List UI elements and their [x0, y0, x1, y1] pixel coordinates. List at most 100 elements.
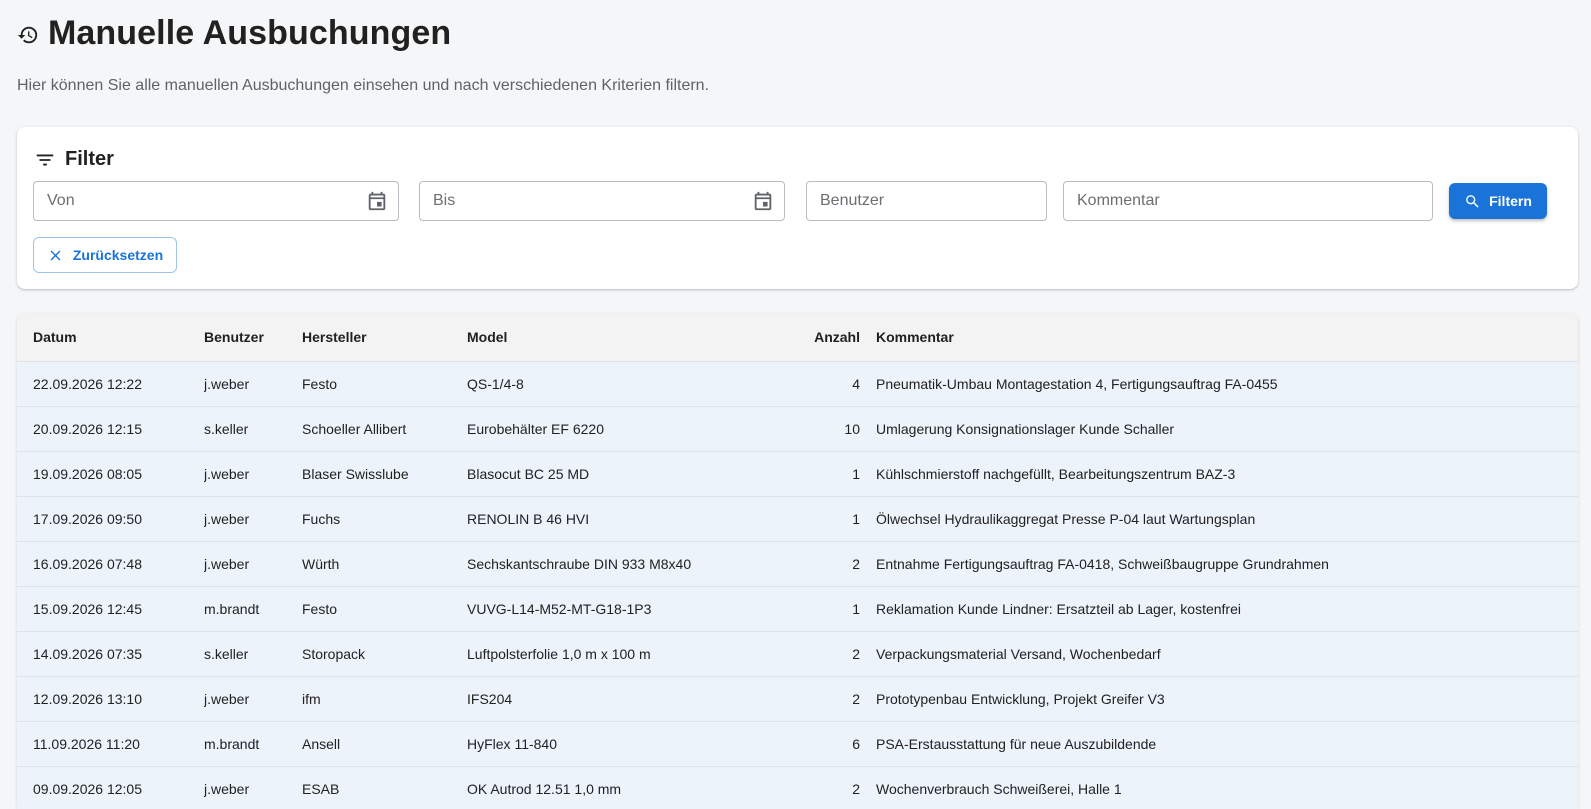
filter-list-icon: [36, 154, 54, 166]
close-icon: [50, 250, 61, 260]
page-subtitle: Hier können Sie alle manuellen Ausbuchun…: [17, 77, 710, 94]
cell-benutzer: j.weber: [204, 496, 302, 542]
table-row[interactable]: 12.09.2026 13:10 j.weber ifm IFS204 2 Pr…: [17, 676, 1578, 722]
cell-benutzer: m.brandt: [204, 586, 302, 632]
cell-datum: 12.09.2026 13:10: [17, 676, 204, 722]
cell-anzahl: 2: [757, 766, 860, 809]
page-title: Manuelle Ausbuchungen: [48, 13, 452, 52]
cell-model: VUVG-L14-M52-MT-G18-1P3: [467, 586, 757, 632]
bis-date-field[interactable]: [419, 181, 785, 221]
cell-anzahl: 6: [757, 721, 860, 767]
cell-kommentar: Prototypenbau Entwicklung, Projekt Greif…: [860, 676, 1578, 722]
cell-kommentar: PSA-Erstausstattung für neue Auszubilden…: [860, 721, 1578, 767]
cell-hersteller: Schoeller Allibert: [302, 406, 467, 452]
cell-kommentar: Ölwechsel Hydraulikaggregat Presse P-04 …: [860, 496, 1578, 542]
cell-hersteller: ESAB: [302, 766, 467, 809]
cell-kommentar: Pneumatik-Umbau Montagestation 4, Fertig…: [860, 361, 1578, 407]
cell-model: Sechskantschraube DIN 933 M8x40: [467, 541, 757, 587]
column-header-anzahl[interactable]: Anzahl: [757, 313, 860, 362]
history-icon: [17, 26, 38, 43]
kommentar-field[interactable]: [1063, 181, 1433, 221]
cell-model: IFS204: [467, 676, 757, 722]
filter-header: Filter: [34, 147, 114, 171]
table-row[interactable]: 17.09.2026 09:50 j.weber Fuchs RENOLIN B…: [17, 496, 1578, 542]
cell-hersteller: Festo: [302, 586, 467, 632]
column-header-kommentar[interactable]: Kommentar: [860, 313, 1578, 362]
cell-hersteller: Blaser Swisslube: [302, 451, 467, 497]
cell-hersteller: Ansell: [302, 721, 467, 767]
filter-card: Filter Filtern: [17, 127, 1578, 289]
calendar-icon[interactable]: [752, 190, 774, 212]
cell-datum: 15.09.2026 12:45: [17, 586, 204, 632]
table-row[interactable]: 15.09.2026 12:45 m.brandt Festo VUVG-L14…: [17, 586, 1578, 632]
cell-kommentar: Umlagerung Konsignationslager Kunde Scha…: [860, 406, 1578, 452]
search-icon: [1466, 194, 1479, 208]
cell-anzahl: 4: [757, 361, 860, 407]
cell-model: Blasocut BC 25 MD: [467, 451, 757, 497]
column-header-datum[interactable]: Datum: [17, 313, 204, 362]
cell-datum: 17.09.2026 09:50: [17, 496, 204, 542]
bis-input[interactable]: [433, 192, 784, 210]
table-header-row: Datum Benutzer Hersteller Model Anzahl K…: [17, 313, 1578, 362]
benutzer-input[interactable]: [820, 192, 1046, 210]
ausbuchungen-table: Datum Benutzer Hersteller Model Anzahl K…: [17, 313, 1578, 809]
cell-benutzer: m.brandt: [204, 721, 302, 767]
cell-hersteller: Würth: [302, 541, 467, 587]
cell-benutzer: j.weber: [204, 676, 302, 722]
cell-hersteller: Storopack: [302, 631, 467, 677]
cell-benutzer: j.weber: [204, 361, 302, 407]
reset-button[interactable]: Zurücksetzen: [33, 237, 177, 273]
table-row[interactable]: 22.09.2026 12:22 j.weber Festo QS-1/4-8 …: [17, 361, 1578, 407]
cell-hersteller: Festo: [302, 361, 467, 407]
cell-datum: 20.09.2026 12:15: [17, 406, 204, 452]
cell-kommentar: Reklamation Kunde Lindner: Ersatzteil ab…: [860, 586, 1578, 632]
cell-hersteller: Fuchs: [302, 496, 467, 542]
calendar-icon[interactable]: [366, 190, 388, 212]
cell-model: Eurobehälter EF 6220: [467, 406, 757, 452]
cell-anzahl: 1: [757, 451, 860, 497]
cell-kommentar: Kühlschmierstoff nachgefüllt, Bearbeitun…: [860, 451, 1578, 497]
cell-benutzer: s.keller: [204, 631, 302, 677]
filter-title: Filter: [65, 147, 114, 170]
cell-anzahl: 2: [757, 676, 860, 722]
page: Manuelle Ausbuchungen Hier können Sie al…: [0, 0, 1591, 809]
von-input[interactable]: [47, 192, 398, 210]
page-header: Manuelle Ausbuchungen: [17, 0, 1574, 64]
cell-datum: 09.09.2026 12:05: [17, 766, 204, 809]
cell-kommentar: Wochenverbrauch Schweißerei, Halle 1: [860, 766, 1578, 809]
cell-model: OK Autrod 12.51 1,0 mm: [467, 766, 757, 809]
kommentar-input[interactable]: [1077, 192, 1432, 210]
cell-model: RENOLIN B 46 HVI: [467, 496, 757, 542]
table-row[interactable]: 14.09.2026 07:35 s.keller Storopack Luft…: [17, 631, 1578, 677]
cell-anzahl: 1: [757, 496, 860, 542]
cell-benutzer: s.keller: [204, 406, 302, 452]
cell-datum: 22.09.2026 12:22: [17, 361, 204, 407]
cell-model: Luftpolsterfolie 1,0 m x 100 m: [467, 631, 757, 677]
cell-kommentar: Verpackungsmaterial Versand, Wochenbedar…: [860, 631, 1578, 677]
column-header-benutzer[interactable]: Benutzer: [204, 313, 302, 362]
column-header-hersteller[interactable]: Hersteller: [302, 313, 467, 362]
filter-button[interactable]: Filtern: [1449, 183, 1547, 219]
cell-datum: 16.09.2026 07:48: [17, 541, 204, 587]
cell-hersteller: ifm: [302, 676, 467, 722]
cell-kommentar: Entnahme Fertigungsauftrag FA-0418, Schw…: [860, 541, 1578, 587]
cell-model: QS-1/4-8: [467, 361, 757, 407]
table-row[interactable]: 20.09.2026 12:15 s.keller Schoeller Alli…: [17, 406, 1578, 452]
filter-button-label: Filtern: [1489, 193, 1532, 209]
von-date-field[interactable]: [33, 181, 399, 221]
cell-anzahl: 2: [757, 541, 860, 587]
cell-anzahl: 1: [757, 586, 860, 632]
reset-button-label: Zurücksetzen: [72, 247, 164, 263]
table-row[interactable]: 19.09.2026 08:05 j.weber Blaser Swisslub…: [17, 451, 1578, 497]
cell-anzahl: 2: [757, 631, 860, 677]
cell-datum: 19.09.2026 08:05: [17, 451, 204, 497]
cell-benutzer: j.weber: [204, 451, 302, 497]
table-row[interactable]: 16.09.2026 07:48 j.weber Würth Sechskant…: [17, 541, 1578, 587]
table-row[interactable]: 09.09.2026 12:05 j.weber ESAB OK Autrod …: [17, 766, 1578, 809]
cell-datum: 11.09.2026 11:20: [17, 721, 204, 767]
cell-benutzer: j.weber: [204, 541, 302, 587]
table-row[interactable]: 11.09.2026 11:20 m.brandt Ansell HyFlex …: [17, 721, 1578, 767]
benutzer-field[interactable]: [806, 181, 1047, 221]
cell-anzahl: 10: [757, 406, 860, 452]
column-header-model[interactable]: Model: [467, 313, 757, 362]
